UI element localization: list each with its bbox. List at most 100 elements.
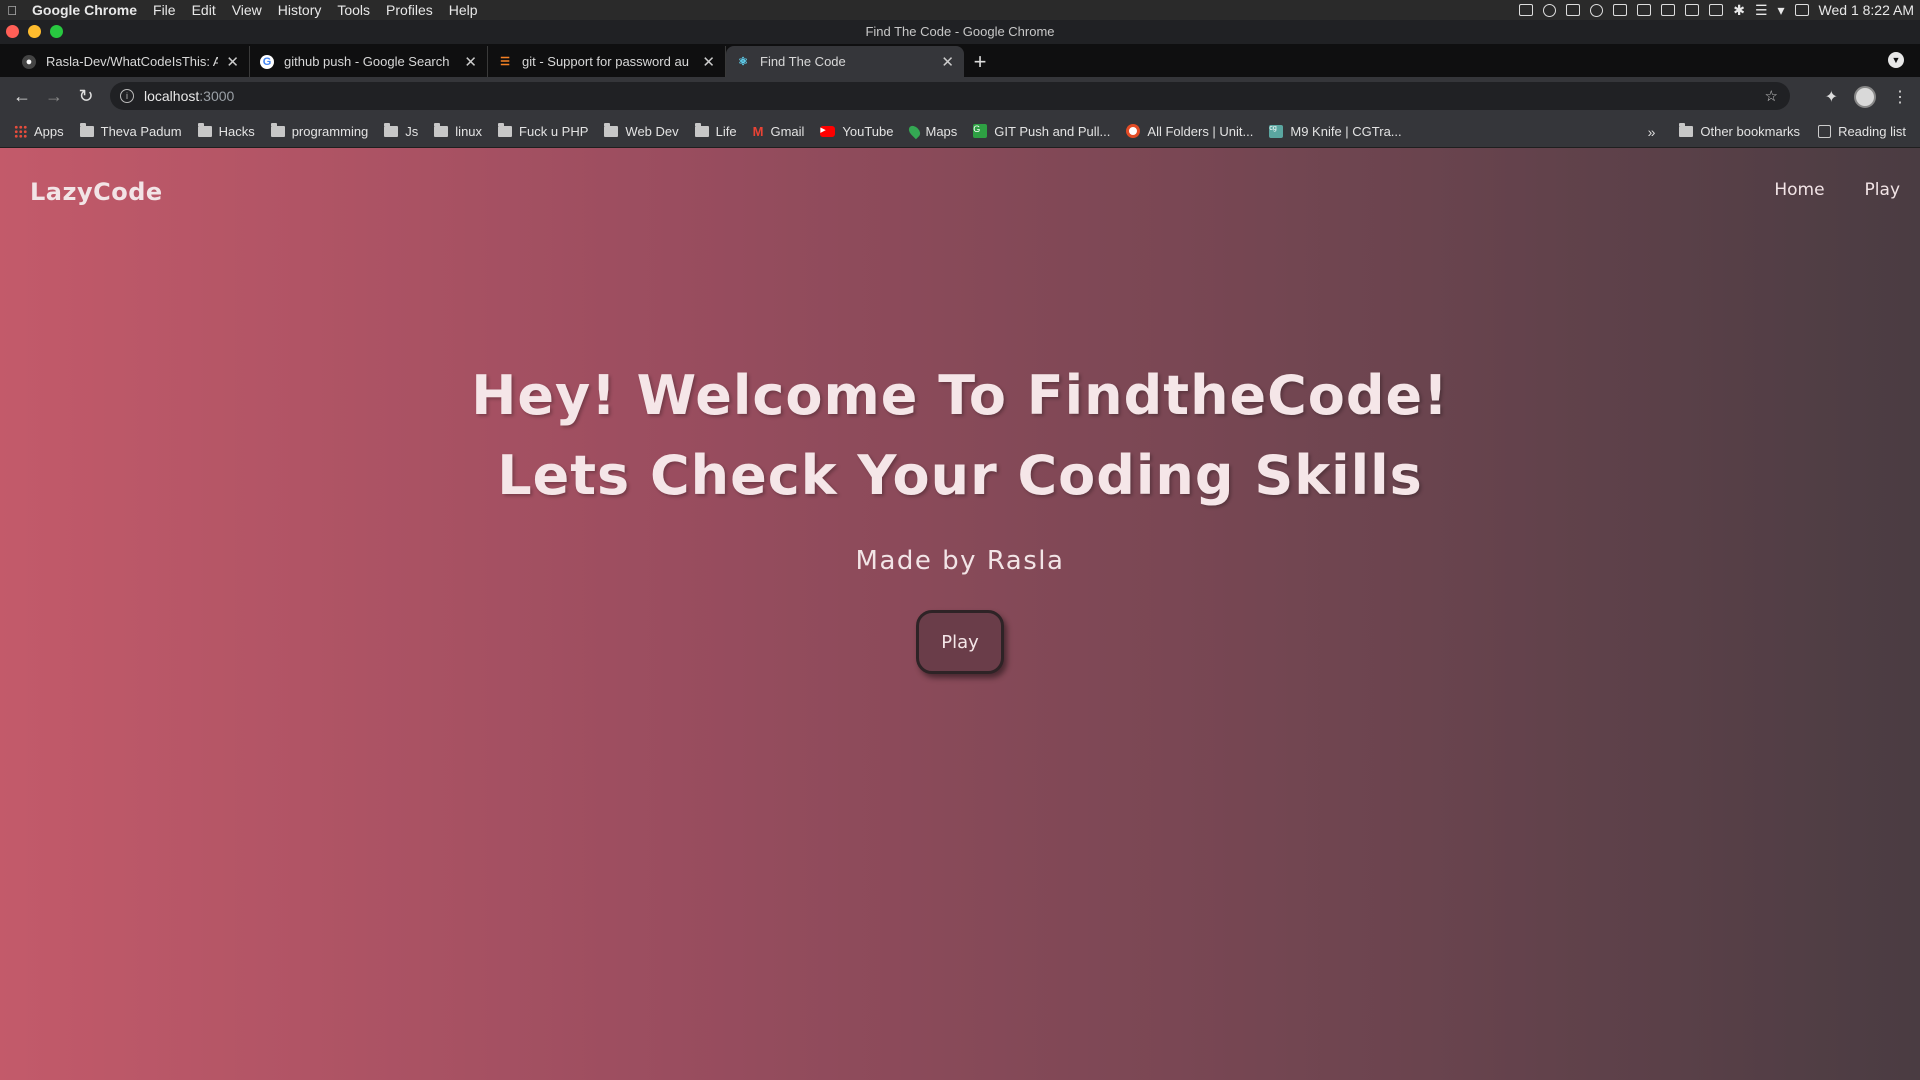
site-info-icon[interactable]: i xyxy=(120,89,134,103)
bookmark-all-folders[interactable]: All Folders | Unit... xyxy=(1126,124,1253,139)
kebab-menu-icon[interactable]: ⋮ xyxy=(1892,87,1908,107)
address-bar[interactable]: i localhost:3000 ☆ xyxy=(110,82,1790,110)
bookmark-folder-theva-padum[interactable]: Theva Padum xyxy=(79,122,182,139)
bookmark-apps[interactable]: Apps xyxy=(14,124,64,139)
url-host: localhost xyxy=(144,88,200,104)
site-brand-logo[interactable]: LazyCode xyxy=(30,178,163,206)
clock[interactable]: Wed 1 8:22 AM xyxy=(1819,2,1914,18)
bookmark-label: GIT Push and Pull... xyxy=(994,123,1111,139)
tab-stackoverflow[interactable]: ☰ git - Support for password au ✕ xyxy=(488,46,726,77)
menu-history[interactable]: History xyxy=(270,0,330,20)
bookmark-git-push-pull[interactable]: G GIT Push and Pull... xyxy=(973,124,1110,139)
menu-view[interactable]: View xyxy=(224,0,270,20)
wifi-icon[interactable]: ☰ xyxy=(1755,2,1768,19)
menu-edit[interactable]: Edit xyxy=(184,0,224,20)
bookmarks-bar: Apps Theva Padum Hacks programming Js li… xyxy=(0,115,1920,148)
tab-google-search[interactable]: G github push - Google Search ✕ xyxy=(250,46,488,77)
tab-github-repo[interactable]: ● Rasla-Dev/WhatCodeIsThis: A ✕ xyxy=(12,46,250,77)
allfolders-icon xyxy=(1126,124,1141,138)
profile-avatar[interactable] xyxy=(1854,86,1876,108)
folder-icon xyxy=(604,122,619,137)
bookmark-label: Apps xyxy=(34,123,64,139)
dropdown-icon[interactable]: ▾ xyxy=(1778,2,1785,19)
bookmark-label: Fuck u PHP xyxy=(519,123,589,139)
bookmark-folder-life[interactable]: Life xyxy=(694,122,737,139)
forward-icon[interactable]: → xyxy=(38,86,70,107)
bookmark-label: Web Dev xyxy=(625,123,679,139)
hero-section: Hey! Welcome To FindtheCode! Lets Check … xyxy=(0,356,1920,674)
mute-icon[interactable] xyxy=(1661,4,1676,16)
folder-icon xyxy=(197,122,212,137)
bookmark-youtube[interactable]: ▶ YouTube xyxy=(820,124,894,139)
folder-icon xyxy=(79,122,94,137)
apps-grid-icon xyxy=(14,124,27,138)
stackoverflow-icon: ☰ xyxy=(500,56,510,68)
cgtrader-icon: cg xyxy=(1269,124,1284,138)
menu-help[interactable]: Help xyxy=(441,0,486,20)
bookmark-maps[interactable]: Maps xyxy=(906,123,958,139)
bookmark-folder-php[interactable]: Fuck u PHP xyxy=(498,122,589,139)
bookmark-gmail[interactable]: M Gmail xyxy=(753,124,805,139)
window-title: Find The Code - Google Chrome xyxy=(865,24,1055,39)
folder-icon xyxy=(498,122,513,137)
folder-icon xyxy=(384,122,399,137)
video-icon[interactable] xyxy=(1685,4,1700,16)
folder-icon xyxy=(694,122,709,137)
bookmark-folder-js[interactable]: Js xyxy=(384,122,419,139)
clipboard-icon[interactable] xyxy=(1637,4,1652,16)
bookmark-other-bookmarks[interactable]: Other bookmarks xyxy=(1679,123,1801,139)
terminal-icon[interactable] xyxy=(1613,4,1628,16)
bookmark-m9-knife[interactable]: cg M9 Knife | CGTra... xyxy=(1269,123,1402,139)
bookmark-label: Maps xyxy=(925,123,958,139)
more-bookmarks-chevron-icon[interactable]: » xyxy=(1648,124,1656,140)
menu-app-name[interactable]: Google Chrome xyxy=(24,0,145,20)
tab-label: Rasla-Dev/WhatCodeIsThis: A xyxy=(46,54,219,69)
bookmark-label: programming xyxy=(291,123,369,139)
bookmark-label: M9 Knife | CGTra... xyxy=(1290,123,1402,139)
close-tab-icon[interactable]: ✕ xyxy=(464,53,477,71)
play-button[interactable]: Play xyxy=(916,610,1004,674)
nav-play-link[interactable]: Play xyxy=(1865,180,1900,200)
page-viewport: LazyCode Home Play Hey! Welcome To Findt… xyxy=(0,148,1920,1080)
toolbar-actions: ✦ ⋮ xyxy=(1825,86,1908,108)
url-port: :3000 xyxy=(199,88,235,104)
screens-icon[interactable] xyxy=(1566,4,1581,16)
tab-find-the-code[interactable]: ⚛ Find The Code ✕ xyxy=(726,46,964,77)
close-tab-icon[interactable]: ✕ xyxy=(226,53,239,71)
new-tab-button[interactable]: + xyxy=(964,46,996,77)
close-tab-icon[interactable]: ✕ xyxy=(941,53,954,71)
menu-profiles[interactable]: Profiles xyxy=(378,0,441,20)
back-icon[interactable]: ← xyxy=(6,86,38,107)
close-tab-icon[interactable]: ✕ xyxy=(702,53,715,71)
maps-icon xyxy=(906,123,922,139)
menu-file[interactable]: File xyxy=(145,0,184,20)
bookmark-folder-web-dev[interactable]: Web Dev xyxy=(604,122,679,139)
hero-byline: Made by Rasla xyxy=(855,546,1065,576)
folder-icon xyxy=(434,122,449,137)
hero-headline-line-2: Lets Check Your Coding Skills xyxy=(497,444,1423,507)
menu-tools[interactable]: Tools xyxy=(329,0,378,20)
keyboard-icon[interactable] xyxy=(1519,4,1534,16)
bookmark-label: Js xyxy=(405,123,419,139)
tab-label: github push - Google Search xyxy=(284,54,450,69)
tab-search-icon[interactable]: ▼ xyxy=(1888,52,1904,68)
bookmark-label: Theva Padum xyxy=(100,123,182,139)
bookmark-label: All Folders | Unit... xyxy=(1147,123,1254,139)
bluetooth-icon[interactable]: ✱ xyxy=(1733,2,1745,19)
extensions-puzzle-icon[interactable]: ✦ xyxy=(1825,87,1838,107)
reload-icon[interactable]: ↻ xyxy=(70,86,102,107)
bookmark-folder-programming[interactable]: programming xyxy=(270,122,369,139)
reading-list-button[interactable]: Reading list xyxy=(1818,124,1906,139)
bookmark-label: Reading list xyxy=(1838,124,1906,139)
bookmark-folder-linux[interactable]: linux xyxy=(434,122,482,139)
trash-icon[interactable] xyxy=(1794,4,1809,16)
bookmark-folder-hacks[interactable]: Hacks xyxy=(197,122,255,139)
bookmark-star-icon[interactable]: ☆ xyxy=(1765,87,1778,105)
nav-home-link[interactable]: Home xyxy=(1774,180,1824,200)
notification-bell-icon[interactable] xyxy=(1543,3,1557,17)
battery-icon[interactable] xyxy=(1709,4,1724,16)
check-circle-icon[interactable] xyxy=(1590,3,1604,17)
tab-label: Find The Code xyxy=(760,54,846,69)
bookmark-label: Other bookmarks xyxy=(1700,124,1801,139)
apple-icon[interactable]:  xyxy=(0,3,24,18)
